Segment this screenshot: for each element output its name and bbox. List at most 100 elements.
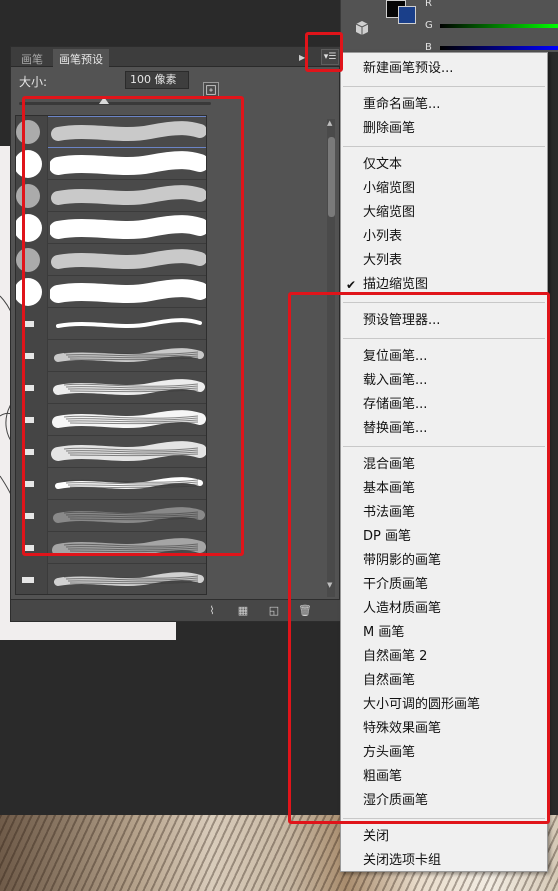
menu-item[interactable]: 大列表	[341, 249, 547, 273]
menu-separator	[343, 818, 545, 819]
brush-presets-panel: 画笔 画笔预设 ▶ ▾☰ 大小: 100 像素 ▲ ▼ ⌇ ▦ ◱ 🗑	[10, 46, 341, 622]
background-color-swatch[interactable]	[398, 6, 416, 24]
brush-preset-row[interactable]	[16, 148, 206, 180]
menu-item-label: 仅文本	[363, 157, 403, 172]
brush-preset-row[interactable]	[16, 180, 206, 212]
menu-item[interactable]: 关闭选项卡组	[341, 849, 547, 873]
menu-item[interactable]: 大小可调的圆形画笔	[341, 693, 547, 717]
trash-icon[interactable]: 🗑	[298, 604, 312, 618]
brush-preset-row[interactable]	[16, 372, 206, 404]
menu-item-label: 基本画笔	[363, 481, 416, 496]
new-brush-icon[interactable]: ◱	[267, 604, 281, 618]
menu-item[interactable]: 特殊效果画笔	[341, 717, 547, 741]
tab-brush[interactable]: 画笔	[15, 49, 49, 67]
menu-item-label: M 画笔	[363, 625, 405, 640]
scroll-up-arrow-icon[interactable]: ▲	[327, 119, 332, 127]
menu-item[interactable]: 混合画笔	[341, 453, 547, 477]
brush-preset-row[interactable]	[16, 436, 206, 468]
brush-stroke-preview	[49, 212, 206, 244]
brush-preset-row[interactable]	[16, 244, 206, 276]
brush-preset-row[interactable]	[16, 468, 206, 500]
size-slider-thumb[interactable]	[99, 97, 109, 104]
green-channel-slider[interactable]	[440, 24, 558, 28]
toggle-brush-panel-icon[interactable]: ⌇	[205, 604, 219, 618]
brush-tip-preview	[16, 436, 48, 468]
brush-stroke-preview	[50, 404, 206, 436]
menu-item[interactable]: 大缩览图	[341, 201, 547, 225]
menu-item[interactable]: 基本画笔	[341, 477, 547, 501]
checkmark-icon: ✔	[346, 278, 357, 292]
menu-item[interactable]: 预设管理器...	[341, 309, 547, 333]
menu-item-label: 关闭选项卡组	[363, 853, 442, 868]
menu-item-label: 替换画笔...	[363, 421, 428, 436]
brush-tip-preview	[16, 212, 48, 244]
brush-preset-row[interactable]	[16, 116, 206, 148]
brush-preset-row[interactable]	[16, 276, 206, 308]
brush-preset-row[interactable]	[16, 404, 206, 436]
menu-item[interactable]: 带阴影的画笔	[341, 549, 547, 573]
menu-item[interactable]: 人造材质画笔	[341, 597, 547, 621]
menu-item-label: 大小可调的圆形画笔	[363, 697, 481, 712]
blue-channel-slider[interactable]	[440, 46, 558, 50]
menu-item-label: 小列表	[363, 229, 403, 244]
panel-menu-icon[interactable]: ▾☰	[321, 49, 339, 65]
menu-item[interactable]: 替换画笔...	[341, 417, 547, 441]
menu-item[interactable]: 书法画笔	[341, 501, 547, 525]
brush-preset-row[interactable]	[16, 532, 206, 564]
menu-item-label: 自然画笔	[363, 673, 416, 688]
menu-item[interactable]: M 画笔	[341, 621, 547, 645]
menu-item[interactable]: 新建画笔预设...	[341, 57, 547, 81]
menu-separator	[343, 146, 545, 147]
menu-item[interactable]: 自然画笔 2	[341, 645, 547, 669]
menu-item[interactable]: 关闭	[341, 825, 547, 849]
brush-tip-preview	[16, 468, 48, 500]
new-preset-icon[interactable]	[203, 82, 219, 98]
menu-item[interactable]: 粗画笔	[341, 765, 547, 789]
tab-brush-presets[interactable]: 画笔预设	[53, 49, 109, 67]
scroll-down-arrow-icon[interactable]: ▼	[327, 581, 332, 589]
brush-preset-row[interactable]	[16, 308, 206, 340]
menu-item[interactable]: 仅文本	[341, 153, 547, 177]
menu-item-label: 湿介质画笔	[363, 793, 429, 808]
brush-preset-row[interactable]	[16, 212, 206, 244]
menu-item[interactable]: 描边缩览图 ✔	[341, 273, 547, 297]
menu-item[interactable]: 删除画笔	[341, 117, 547, 141]
menu-item[interactable]: 小列表	[341, 225, 547, 249]
brush-tip-preview	[16, 564, 48, 594]
brush-stroke-preview	[50, 468, 206, 500]
panel-flyout-menu: 新建画笔预设... 重命名画笔... 删除画笔仅文本小缩览图大缩览图小列表大列表描边…	[340, 52, 548, 872]
collapse-icon[interactable]: ▶	[299, 53, 305, 62]
menu-item[interactable]: 湿介质画笔	[341, 789, 547, 813]
menu-separator	[343, 86, 545, 87]
cube-icon[interactable]	[354, 20, 370, 36]
menu-item-label: 小缩览图	[363, 181, 416, 196]
brush-stroke-preview	[50, 532, 206, 564]
channel-label-g: G	[425, 20, 433, 31]
brush-preset-row[interactable]	[16, 500, 206, 532]
menu-item[interactable]: 小缩览图	[341, 177, 547, 201]
size-slider-track[interactable]	[19, 102, 211, 105]
brush-stroke-preview	[50, 308, 206, 340]
menu-item-label: 带阴影的画笔	[363, 553, 442, 568]
menu-item-label: 方头画笔	[363, 745, 416, 760]
menu-item-label: 大列表	[363, 253, 403, 268]
brush-stroke-preview	[50, 564, 206, 594]
menu-item[interactable]: DP 画笔	[341, 525, 547, 549]
menu-item-label: 存储画笔...	[363, 397, 428, 412]
menu-item[interactable]: 存储画笔...	[341, 393, 547, 417]
menu-item[interactable]: 复位画笔...	[341, 345, 547, 369]
menu-item-label: 删除画笔	[363, 121, 416, 136]
brush-preset-row[interactable]	[16, 564, 206, 594]
menu-item-label: 新建画笔预设...	[363, 61, 454, 76]
size-input[interactable]: 100 像素	[125, 71, 189, 89]
menu-item[interactable]: 载入画笔...	[341, 369, 547, 393]
menu-item[interactable]: 重命名画笔...	[341, 93, 547, 117]
brush-stroke-preview	[49, 276, 206, 308]
menu-item[interactable]: 方头画笔	[341, 741, 547, 765]
brush-preset-row[interactable]	[16, 340, 206, 372]
grid-icon[interactable]: ▦	[236, 604, 250, 618]
menu-item[interactable]: 自然画笔	[341, 669, 547, 693]
menu-item[interactable]: 干介质画笔	[341, 573, 547, 597]
scroll-thumb[interactable]	[328, 137, 335, 217]
menu-separator	[343, 302, 545, 303]
